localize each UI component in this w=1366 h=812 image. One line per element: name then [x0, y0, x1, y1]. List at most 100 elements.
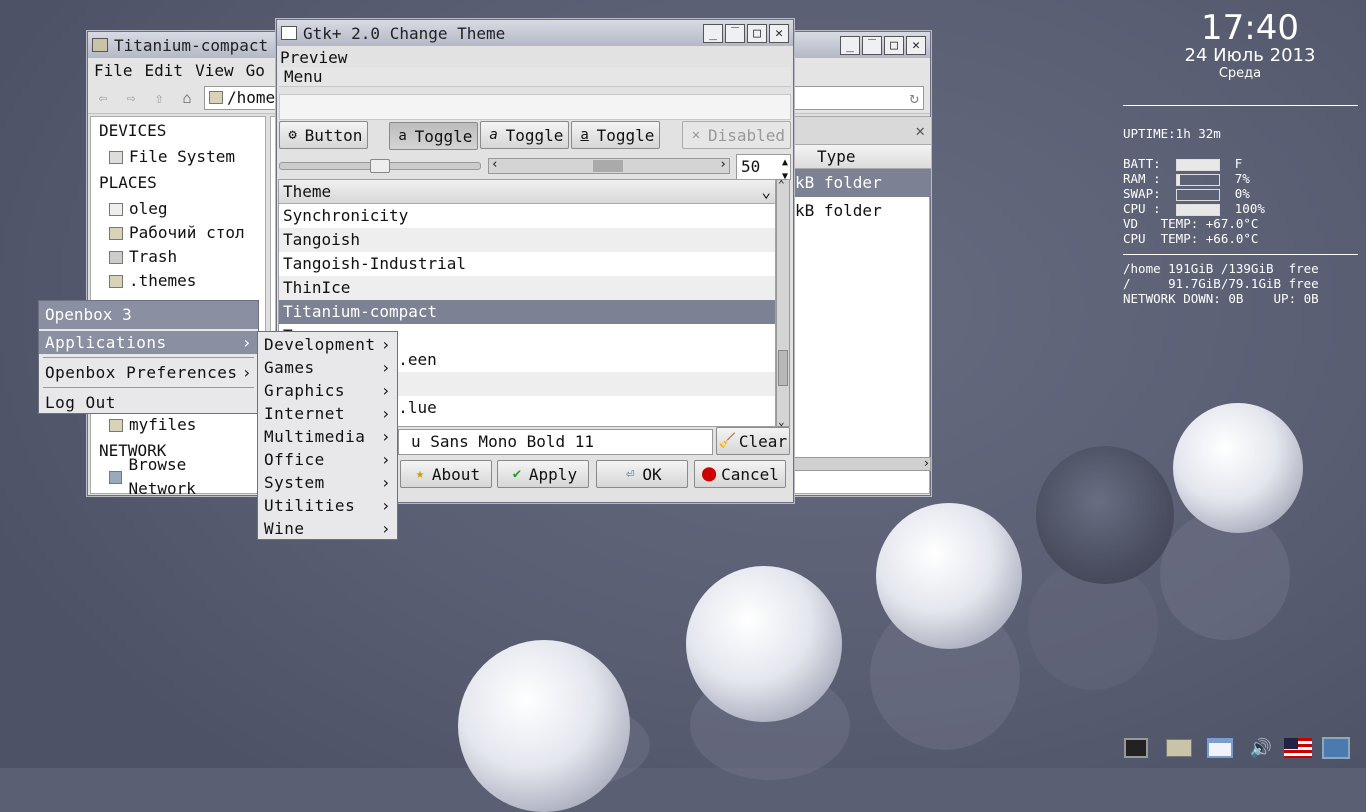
window-list-icon[interactable] [1206, 734, 1234, 762]
list-item[interactable]: Tangoish-Industrial [279, 252, 775, 276]
conky-separator [1123, 105, 1358, 106]
forward-arrow-icon[interactable]: ⇨ [120, 87, 142, 109]
scroll-right-arrow-icon[interactable]: › [923, 456, 930, 470]
scroll-left-arrow-icon[interactable]: ‹ [491, 157, 499, 172]
preview-hscrollbar[interactable]: ‹ › [488, 157, 730, 174]
menu-item-development[interactable]: Development › [258, 333, 397, 356]
volume-icon[interactable]: 🔊 [1247, 734, 1275, 762]
clock-date: 24 Июль 2013 [1184, 45, 1316, 66]
close-button[interactable]: ✕ [906, 35, 926, 55]
table-row[interactable]: kB folder [791, 197, 931, 225]
font-entry[interactable]: u Sans Mono Bold 11 [398, 429, 713, 455]
toggle-button-2[interactable]: a Toggle [480, 121, 569, 149]
apply-button[interactable]: ✔ Apply [497, 460, 589, 488]
preview-button[interactable]: ⚙ Button [279, 121, 368, 149]
minimize-button[interactable]: _ [840, 35, 860, 55]
scroll-right-arrow-icon[interactable]: › [719, 157, 727, 172]
preview-menu[interactable]: Menu [279, 67, 791, 87]
batt-bar [1175, 158, 1220, 171]
scroll-thumb[interactable] [593, 160, 623, 172]
menu-item-graphics[interactable]: Graphics › [258, 379, 397, 402]
menu-separator [43, 357, 254, 358]
folder-icon [109, 274, 123, 288]
sidebar-heading-devices: DEVICES [99, 121, 167, 140]
toggle-button-3[interactable]: a Toggle [571, 121, 660, 149]
shade-button[interactable]: ‾ [725, 23, 745, 43]
sidebar-item-themes[interactable]: .themes [91, 269, 265, 293]
menu-item-openbox-preferences[interactable]: Openbox Preferences › [39, 361, 258, 384]
file-manager-icon[interactable] [1165, 734, 1193, 762]
sidebar-item-browse-network[interactable]: Browse Network [91, 455, 265, 498]
sphere [876, 503, 1022, 649]
cancel-button[interactable]: ⬤ Cancel [694, 460, 786, 488]
table-row[interactable]: kB folder [791, 169, 931, 197]
about-button[interactable]: ★ About [400, 460, 492, 488]
menu-item-internet[interactable]: Internet › [258, 402, 397, 425]
sidebar-item-filesystem[interactable]: File System [91, 145, 265, 169]
back-arrow-icon[interactable]: ⇦ [92, 87, 114, 109]
sidebar-item-myfiles[interactable]: myfiles [91, 413, 265, 437]
ok-button[interactable]: ⏎ OK [596, 460, 688, 488]
spin-value: 50 [741, 157, 761, 176]
menu-item-system[interactable]: System › [258, 471, 397, 494]
a-italic-icon: a [489, 127, 498, 143]
conky-home-disk: /home 191GiB /139GiB free [1123, 261, 1319, 276]
maximize-button[interactable]: □ [884, 35, 904, 55]
shade-button[interactable]: ‾ [862, 35, 882, 55]
list-item-selected[interactable]: Titanium-compact [279, 300, 775, 324]
swap-bar [1175, 188, 1220, 201]
theme-list-scrollbar[interactable]: ⌃ ⌄ [776, 178, 790, 428]
preview-slider[interactable] [279, 159, 481, 173]
list-item[interactable]: Synchronicity [279, 204, 775, 228]
enter-arrow-icon: ⏎ [626, 466, 635, 482]
home-icon[interactable]: ⌂ [176, 87, 198, 109]
menu-item-multimedia[interactable]: Multimedia › [258, 425, 397, 448]
clear-button[interactable]: 🧹 Clear [716, 427, 790, 455]
spin-button[interactable]: 50 ▲ ▼ [736, 154, 791, 182]
menu-item-applications[interactable]: Applications › [39, 331, 258, 354]
close-pane-icon[interactable]: ✕ [915, 121, 925, 140]
theme-list-header[interactable]: Theme ⌄ [279, 180, 775, 204]
sidebar-item-oleg[interactable]: oleg [91, 197, 265, 221]
minimize-button[interactable]: _ [703, 23, 723, 43]
toggle-button-1[interactable]: a Toggle [389, 122, 478, 150]
scroll-up-icon[interactable]: ⌃ [778, 178, 785, 191]
us-flag-icon[interactable] [1284, 734, 1312, 762]
chevron-right-icon: › [380, 519, 391, 538]
chevron-right-icon: › [380, 404, 391, 423]
column-header-type[interactable]: Type [791, 145, 931, 169]
close-button[interactable]: ✕ [769, 23, 789, 43]
clock-time: 17:40 [1201, 8, 1299, 48]
dialog-titlebar[interactable]: Gtk+ 2.0 Change Theme _ ‾ □ ✕ [277, 20, 793, 46]
chevron-down-icon: ⌄ [761, 182, 771, 201]
cpu-bar [1175, 203, 1220, 216]
menu-edit[interactable]: Edit [145, 61, 184, 80]
menu-item-utilities[interactable]: Utilities › [258, 494, 397, 517]
up-arrow-icon[interactable]: ⇧ [148, 87, 170, 109]
network-icon[interactable] [1322, 734, 1350, 762]
conky-separator [1123, 254, 1358, 255]
menu-file[interactable]: File [94, 61, 133, 80]
chevron-right-icon: › [241, 363, 252, 382]
menu-item-office[interactable]: Office › [258, 448, 397, 471]
sphere [458, 640, 630, 812]
location-path: /home [227, 88, 276, 107]
menu-item-log-out[interactable]: Log Out [39, 391, 258, 414]
scroll-thumb[interactable] [778, 350, 788, 386]
chevron-right-icon: › [380, 358, 391, 377]
horizontal-scrollbar[interactable]: › [791, 456, 931, 471]
menu-view[interactable]: View [195, 61, 234, 80]
list-item[interactable]: ThinIce [279, 276, 775, 300]
list-item[interactable]: Tangoish [279, 228, 775, 252]
terminal-icon[interactable] [1122, 734, 1150, 762]
preview-entry[interactable] [279, 94, 791, 120]
sidebar-item-trash[interactable]: Trash [91, 245, 265, 269]
menu-go[interactable]: Go [246, 61, 265, 80]
maximize-button[interactable]: □ [747, 23, 767, 43]
menu-item-games[interactable]: Games › [258, 356, 397, 379]
chevron-right-icon: › [380, 450, 391, 469]
menu-item-wine[interactable]: Wine › [258, 517, 397, 540]
sidebar-item-desktop[interactable]: Рабочий стол [91, 221, 265, 245]
slider-handle[interactable] [370, 159, 390, 173]
reload-icon[interactable]: ↻ [909, 88, 919, 107]
